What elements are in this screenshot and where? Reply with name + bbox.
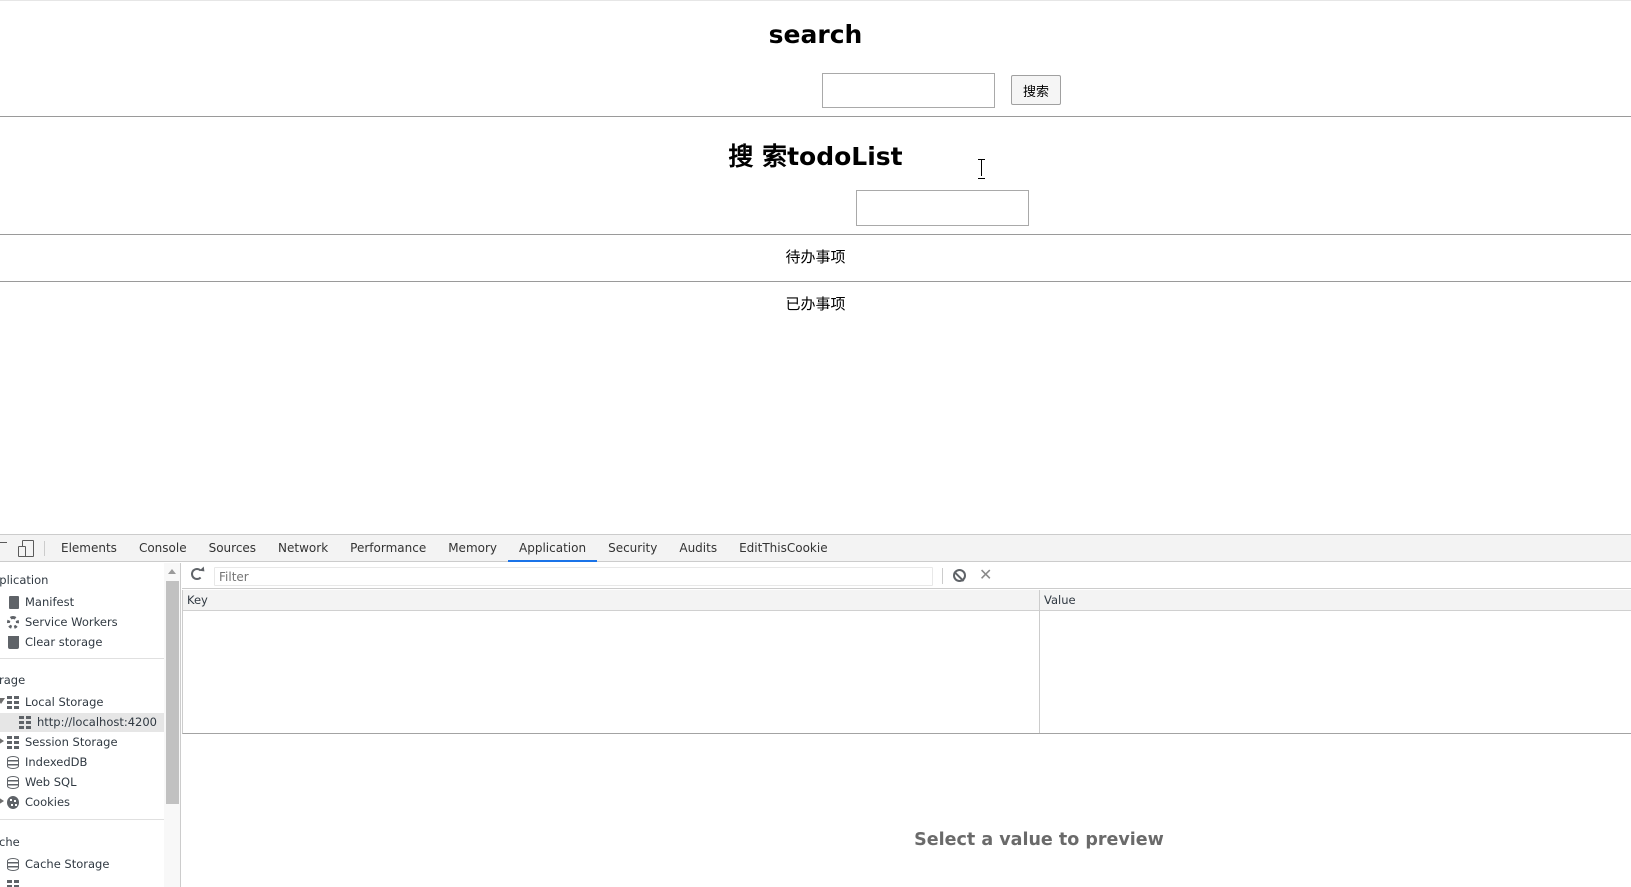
clear-all-icon[interactable] bbox=[953, 569, 966, 582]
sidebar-item-web-sql[interactable]: Web SQL bbox=[0, 773, 164, 792]
devtools-tabbar: Elements Console Sources Network Performance… bbox=[0, 535, 1631, 562]
sidebar-section-cache: ache bbox=[0, 835, 20, 849]
refresh-icon[interactable] bbox=[191, 568, 203, 580]
column-header-value[interactable]: Value bbox=[1040, 590, 1631, 611]
search-button[interactable]: 搜索 bbox=[1011, 75, 1061, 105]
sidebar-item-local-storage-origin[interactable]: http://localhost:4200 bbox=[0, 713, 164, 732]
devtools-tabs: Elements Console Sources Network Performance… bbox=[50, 535, 839, 562]
sidebar-item-label: Clear storage bbox=[25, 635, 103, 649]
storage-toolbar: ✕ bbox=[182, 563, 1631, 589]
browser-window: search 搜索 搜 索todoList 待办事项 已办事项 Elements… bbox=[0, 0, 1631, 887]
table-icon bbox=[7, 736, 19, 749]
chevron-down-icon[interactable] bbox=[0, 698, 5, 704]
tab-performance[interactable]: Performance bbox=[339, 535, 437, 562]
sidebar-item-cookies[interactable]: Cookies bbox=[0, 793, 164, 812]
sidebar-item-session-storage[interactable]: Session Storage bbox=[0, 733, 164, 752]
sidebar-item-label: http://localhost:4200 bbox=[37, 715, 157, 729]
filter-input[interactable] bbox=[214, 567, 933, 586]
preview-placeholder: Select a value to preview bbox=[914, 830, 1164, 850]
sidebar-item-label: Cookies bbox=[25, 795, 71, 809]
application-sidebar: pplication Manifest Service Workers Clea… bbox=[0, 563, 181, 887]
sidebar-item-local-storage[interactable]: Local Storage bbox=[0, 693, 164, 712]
divider bbox=[0, 116, 1631, 117]
pending-label: 待办事项 bbox=[785, 248, 846, 266]
search-input[interactable] bbox=[822, 73, 995, 108]
gear-icon bbox=[7, 616, 19, 629]
device-toolbar-icon[interactable] bbox=[18, 540, 34, 557]
sidebar-item-manifest[interactable]: Manifest bbox=[0, 593, 164, 612]
sidebar-item-label: Web SQL bbox=[25, 775, 77, 789]
sidebar-item-indexeddb[interactable]: IndexedDB bbox=[0, 753, 164, 772]
sidebar-divider bbox=[0, 819, 164, 820]
tab-editthiscookie[interactable]: EditThisCookie bbox=[728, 535, 839, 562]
sidebar-item-partial[interactable] bbox=[0, 877, 164, 887]
done-label: 已办事项 bbox=[785, 295, 846, 313]
sidebar-item-label: IndexedDB bbox=[25, 755, 88, 769]
text-cursor-icon bbox=[977, 159, 986, 179]
chevron-right-icon[interactable] bbox=[0, 737, 4, 745]
search-heading: search bbox=[768, 20, 863, 49]
sidebar-item-label: Session Storage bbox=[25, 735, 118, 749]
grid-header: Key Value bbox=[183, 590, 1631, 611]
sidebar-item-label: Manifest bbox=[25, 595, 75, 609]
database-icon bbox=[7, 756, 19, 769]
tab-security[interactable]: Security bbox=[597, 535, 668, 562]
inspect-element-icon[interactable] bbox=[0, 542, 7, 554]
sidebar-divider bbox=[0, 658, 164, 659]
tab-application[interactable]: Application bbox=[508, 535, 598, 562]
table-icon bbox=[19, 716, 31, 729]
delete-selected-icon[interactable]: ✕ bbox=[979, 565, 992, 585]
tab-elements[interactable]: Elements bbox=[50, 535, 128, 562]
trash-icon bbox=[8, 636, 19, 649]
divider bbox=[0, 281, 1631, 282]
sidebar-item-label: Cache Storage bbox=[25, 857, 110, 871]
divider bbox=[0, 234, 1631, 235]
tab-memory[interactable]: Memory bbox=[437, 535, 508, 562]
file-icon bbox=[9, 596, 19, 609]
sidebar-item-label: Service Workers bbox=[25, 615, 118, 629]
database-icon bbox=[7, 776, 19, 789]
tab-console[interactable]: Console bbox=[128, 535, 198, 562]
sidebar-item-service-workers[interactable]: Service Workers bbox=[0, 613, 164, 632]
sidebar-item-cache-storage[interactable]: Cache Storage bbox=[0, 855, 164, 874]
storage-data-grid: Key Value bbox=[182, 590, 1631, 734]
devtools-panel: Elements Console Sources Network Performance… bbox=[0, 534, 1631, 887]
tab-audits[interactable]: Audits bbox=[668, 535, 728, 562]
tab-sources[interactable]: Sources bbox=[198, 535, 267, 562]
table-icon bbox=[7, 880, 19, 887]
sidebar-section-storage: orage bbox=[0, 673, 26, 687]
sidebar-item-label: Local Storage bbox=[25, 695, 104, 709]
sidebar-scrollbar-thumb[interactable] bbox=[166, 581, 179, 804]
todo-input[interactable] bbox=[856, 190, 1029, 226]
cookie-icon bbox=[7, 796, 19, 809]
chevron-right-icon[interactable] bbox=[0, 797, 4, 805]
scroll-up-icon[interactable] bbox=[168, 569, 176, 574]
todo-heading: 搜 索todoList bbox=[728, 142, 903, 171]
storage-main-panel: ✕ Key Value Select a value to preview bbox=[182, 563, 1631, 887]
sidebar-section-application: pplication bbox=[0, 573, 49, 587]
column-divider[interactable] bbox=[1039, 590, 1040, 733]
tabbar-separator bbox=[44, 541, 45, 556]
toolbar-separator bbox=[942, 568, 943, 584]
table-icon bbox=[7, 696, 19, 709]
database-icon bbox=[7, 858, 19, 871]
tab-network[interactable]: Network bbox=[267, 535, 339, 562]
column-header-key[interactable]: Key bbox=[183, 590, 1039, 611]
sidebar-item-clear-storage[interactable]: Clear storage bbox=[0, 633, 164, 652]
page-viewport: search 搜索 搜 索todoList 待办事项 已办事项 bbox=[0, 0, 1631, 534]
